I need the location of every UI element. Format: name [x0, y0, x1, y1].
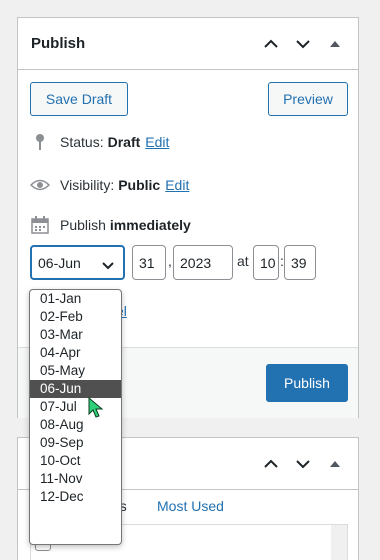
- calendar-icon: [30, 215, 50, 235]
- move-up-icon[interactable]: [260, 34, 282, 54]
- month-option[interactable]: 07-Jul: [30, 398, 121, 416]
- move-down-icon[interactable]: [292, 454, 314, 474]
- month-option[interactable]: 04-Apr: [30, 344, 121, 362]
- month-option[interactable]: 10-Oct: [30, 452, 121, 470]
- publish-value: immediately: [109, 217, 191, 233]
- chevron-down-icon: [102, 257, 114, 273]
- collapse-toggle-icon[interactable]: [324, 454, 346, 474]
- status-row: Status: Draft Edit: [30, 132, 169, 152]
- publish-label: Publish: [60, 217, 106, 233]
- hour-input[interactable]: 10: [253, 245, 279, 280]
- schedule-row: Publish immediately: [30, 215, 191, 235]
- publish-box-header: Publish: [18, 18, 358, 70]
- move-up-icon[interactable]: [260, 454, 282, 474]
- save-draft-button[interactable]: Save Draft: [30, 82, 128, 116]
- pin-icon: [30, 132, 50, 152]
- month-dropdown-list: 01-Jan 02-Feb 03-Mar 04-Apr 05-May 06-Jun 07-J…: [29, 289, 122, 545]
- month-option[interactable]: 02-Feb: [30, 308, 121, 326]
- minute-input[interactable]: 39: [284, 245, 316, 280]
- status-value: Draft: [107, 134, 141, 150]
- publish-box-title: Publish: [31, 35, 86, 52]
- category-scrollbar[interactable]: [331, 525, 347, 560]
- publish-button[interactable]: Publish: [266, 364, 348, 402]
- date-separator: ,: [168, 253, 172, 269]
- month-option[interactable]: 08-Aug: [30, 416, 121, 434]
- month-option[interactable]: 09-Sep: [30, 434, 121, 452]
- month-option[interactable]: 03-Mar: [30, 326, 121, 344]
- tab-most-used[interactable]: Most Used: [157, 498, 224, 514]
- year-input[interactable]: 2023: [173, 245, 233, 280]
- visibility-row: Visibility: Public Edit: [30, 175, 189, 195]
- status-label: Status:: [60, 134, 104, 150]
- at-label: at: [237, 253, 249, 269]
- mouse-pointer-icon: [88, 396, 104, 422]
- visibility-value: Public: [118, 177, 161, 193]
- month-option[interactable]: 01-Jan: [30, 290, 121, 308]
- day-input[interactable]: 31: [132, 245, 166, 280]
- publish-box-controls: [260, 34, 346, 54]
- month-select-value: 06-Jun: [38, 254, 81, 271]
- month-option[interactable]: 12-Dec: [30, 488, 121, 506]
- categories-box-controls: [260, 454, 346, 474]
- collapse-toggle-icon[interactable]: [324, 34, 346, 54]
- visibility-label: Visibility:: [60, 177, 115, 193]
- eye-icon: [30, 175, 50, 195]
- month-option[interactable]: 11-Nov: [30, 470, 121, 488]
- move-down-icon[interactable]: [292, 34, 314, 54]
- month-option[interactable]: 05-May: [30, 362, 121, 380]
- month-select[interactable]: 06-Jun: [30, 245, 125, 280]
- visibility-edit-link[interactable]: Edit: [165, 177, 189, 193]
- month-option[interactable]: 06-Jun: [30, 380, 121, 398]
- status-edit-link[interactable]: Edit: [145, 134, 169, 150]
- preview-button[interactable]: Preview: [268, 82, 348, 116]
